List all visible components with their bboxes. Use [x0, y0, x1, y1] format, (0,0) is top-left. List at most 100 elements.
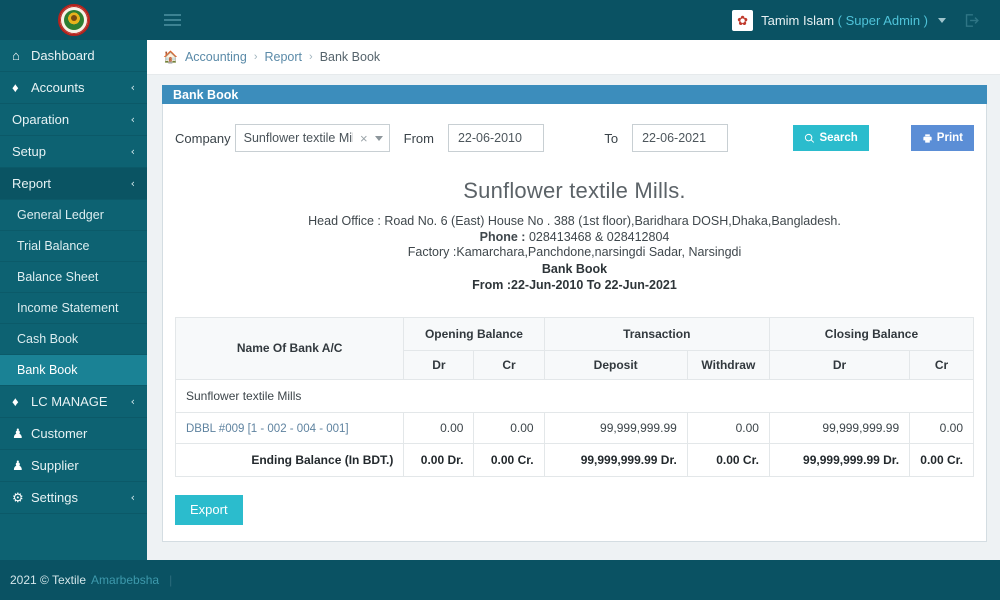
report-phone-label: Phone :: [479, 229, 526, 244]
sidebar-item-setup[interactable]: Setup ‹: [0, 136, 147, 168]
panel-title: Bank Book: [162, 85, 987, 104]
sidebar-item-cash-book[interactable]: Cash Book: [0, 324, 147, 355]
sidebar-item-trial-balance[interactable]: Trial Balance: [0, 231, 147, 262]
sidebar-item-supplier[interactable]: ♟ Supplier: [0, 450, 147, 482]
home-icon: 🏠: [163, 50, 178, 64]
sidebar-item-label: Setup: [12, 144, 46, 159]
print-button-label: Print: [936, 132, 963, 144]
filter-form: Company Sunflower textile Mills × From 2…: [175, 118, 974, 166]
footer-separator: |: [169, 573, 173, 587]
sidebar-item-oparation[interactable]: Oparation ‹: [0, 104, 147, 136]
sidebar-item-settings[interactable]: ⚙ Settings ‹: [0, 482, 147, 514]
sidebar-item-accounts[interactable]: ♦ Accounts ‹: [0, 72, 147, 104]
cell-account: DBBL #009 [1 - 002 - 004 - 001]: [174, 411, 405, 444]
panel-body: Company Sunflower textile Mills × From 2…: [163, 104, 986, 541]
user-name-label: Tamim Islam ( Super Admin ): [761, 12, 928, 28]
sidebar-item-label: Accounts: [31, 80, 85, 95]
hamburger-bar: [163, 19, 181, 21]
sidebar-item-label: Settings: [31, 490, 78, 505]
table-header-row-top: Name Of Bank A/C Opening Balance Transac…: [174, 316, 975, 380]
to-label: To: [604, 130, 619, 146]
user-icon: ♟: [12, 457, 24, 473]
sidebar-item-label: Dashboard: [31, 48, 95, 63]
breadcrumb-accounting[interactable]: Accounting: [185, 50, 247, 64]
total-label: Ending Balance (In BDT.): [174, 442, 405, 477]
bank-book-panel: Bank Book Company Sunflower textile Mill…: [162, 85, 987, 542]
main-content: 🏠 Accounting › Report › Bank Book Bank B…: [147, 40, 1000, 560]
from-label: From: [403, 130, 434, 146]
col-closing-cr: Cr: [909, 349, 974, 380]
to-date-input[interactable]: 22-06-2021: [632, 124, 729, 152]
footer-copyright: 2021 © Textile: [10, 573, 87, 587]
top-bar-right: ✿ Tamim Islam ( Super Admin ): [722, 0, 1000, 40]
col-opening-balance: Opening Balance: [403, 316, 545, 351]
total-closing-dr: 99,999,999.99 Dr.: [768, 442, 911, 477]
top-bar: ✿ Tamim Islam ( Super Admin ): [0, 0, 1000, 40]
cell-opening-dr: 0.00: [403, 411, 475, 444]
bank-book-table: Name Of Bank A/C Opening Balance Transac…: [174, 316, 975, 477]
col-closing-dr: Dr: [768, 349, 911, 380]
chevron-down-icon: [938, 17, 946, 23]
table-body: Sunflower textile Mills DBBL #009 [1 - 0…: [174, 378, 974, 477]
breadcrumb-report[interactable]: Report: [264, 50, 302, 64]
sidebar-item-label: Report: [12, 176, 52, 191]
company-select-value: Sunflower textile Mills: [243, 131, 354, 145]
col-transaction: Transaction: [543, 316, 770, 351]
cell-withdraw: 0.00: [686, 411, 770, 444]
footer-brand[interactable]: Amarbebsha: [91, 573, 159, 587]
cell-opening-cr: 0.00: [473, 411, 545, 444]
table-head: Name Of Bank A/C Opening Balance Transac…: [174, 316, 975, 380]
col-opening-cr: Cr: [473, 349, 545, 380]
cell-closing-cr: 0.00: [909, 411, 974, 444]
printer-icon: [923, 133, 932, 143]
app-root: ✿ Tamim Islam ( Super Admin ) ⌂ Dashboar…: [0, 0, 1000, 600]
clear-icon[interactable]: ×: [353, 131, 375, 146]
diamond-icon: ♦: [12, 394, 19, 409]
search-button-label: Search: [819, 132, 858, 144]
logout-icon[interactable]: [956, 0, 986, 40]
company-select[interactable]: Sunflower textile Mills ×: [234, 124, 390, 152]
user-icon: ♟: [12, 425, 24, 441]
user-menu[interactable]: ✿ Tamim Islam ( Super Admin ): [722, 9, 956, 31]
sidebar-item-label: Supplier: [31, 458, 79, 473]
export-button[interactable]: Export: [175, 494, 243, 525]
company-logo[interactable]: [0, 0, 147, 40]
sidebar-item-bank-book[interactable]: Bank Book: [0, 355, 147, 386]
diamond-icon: ♦: [12, 80, 19, 95]
col-deposit: Deposit: [543, 349, 688, 380]
sidebar-item-label: Customer: [31, 426, 88, 441]
sidebar-item-income-statement[interactable]: Income Statement: [0, 293, 147, 324]
company-label: Company: [175, 130, 231, 146]
breadcrumb: 🏠 Accounting › Report › Bank Book: [147, 40, 1000, 75]
total-deposit: 99,999,999.99 Dr.: [543, 442, 688, 477]
report-phone-value: 028413468 & 028412804: [525, 229, 670, 244]
search-icon: [805, 133, 815, 143]
sidebar-item-lc-manage[interactable]: ♦ LC MANAGE ‹: [0, 386, 147, 418]
sidebar-item-customer[interactable]: ♟ Customer: [0, 418, 147, 450]
total-opening-cr: 0.00 Cr.: [473, 442, 545, 477]
report-head-office: Head Office : Road No. 6 (East) House No…: [308, 214, 841, 228]
sidebar-item-general-ledger[interactable]: General Ledger: [0, 200, 147, 231]
sunflower-icon: [63, 10, 84, 30]
chevron-left-icon: ‹: [130, 395, 135, 408]
col-closing-balance: Closing Balance: [768, 316, 975, 351]
account-link[interactable]: DBBL #009 [1 - 002 - 004 - 001]: [186, 423, 349, 435]
from-date-input[interactable]: 22-06-2010: [447, 124, 545, 152]
footer: 2021 © Textile Amarbebsha |: [0, 560, 1000, 600]
search-button[interactable]: Search: [793, 125, 869, 151]
print-button[interactable]: Print: [910, 125, 974, 151]
logo-icon: [57, 4, 90, 36]
to-date-value: 22-06-2021: [642, 131, 707, 145]
sidebar-item-report[interactable]: Report ‹: [0, 168, 147, 200]
total-withdraw: 0.00 Cr.: [686, 442, 770, 477]
hamburger-bar: [163, 24, 181, 26]
report-header: Sunflower textile Mills. Head Office : R…: [175, 166, 974, 301]
sidebar-item-dashboard[interactable]: ⌂ Dashboard: [0, 40, 147, 72]
group-label: Sunflower textile Mills: [175, 378, 974, 413]
hamburger-icon[interactable]: [155, 0, 189, 40]
breadcrumb-separator: ›: [253, 51, 258, 63]
col-name-of-bank-ac: Name Of Bank A/C: [174, 316, 405, 380]
report-company-title: Sunflower textile Mills.: [463, 178, 686, 203]
table-group-row: Sunflower textile Mills: [175, 378, 974, 413]
sidebar-item-balance-sheet[interactable]: Balance Sheet: [0, 262, 147, 293]
